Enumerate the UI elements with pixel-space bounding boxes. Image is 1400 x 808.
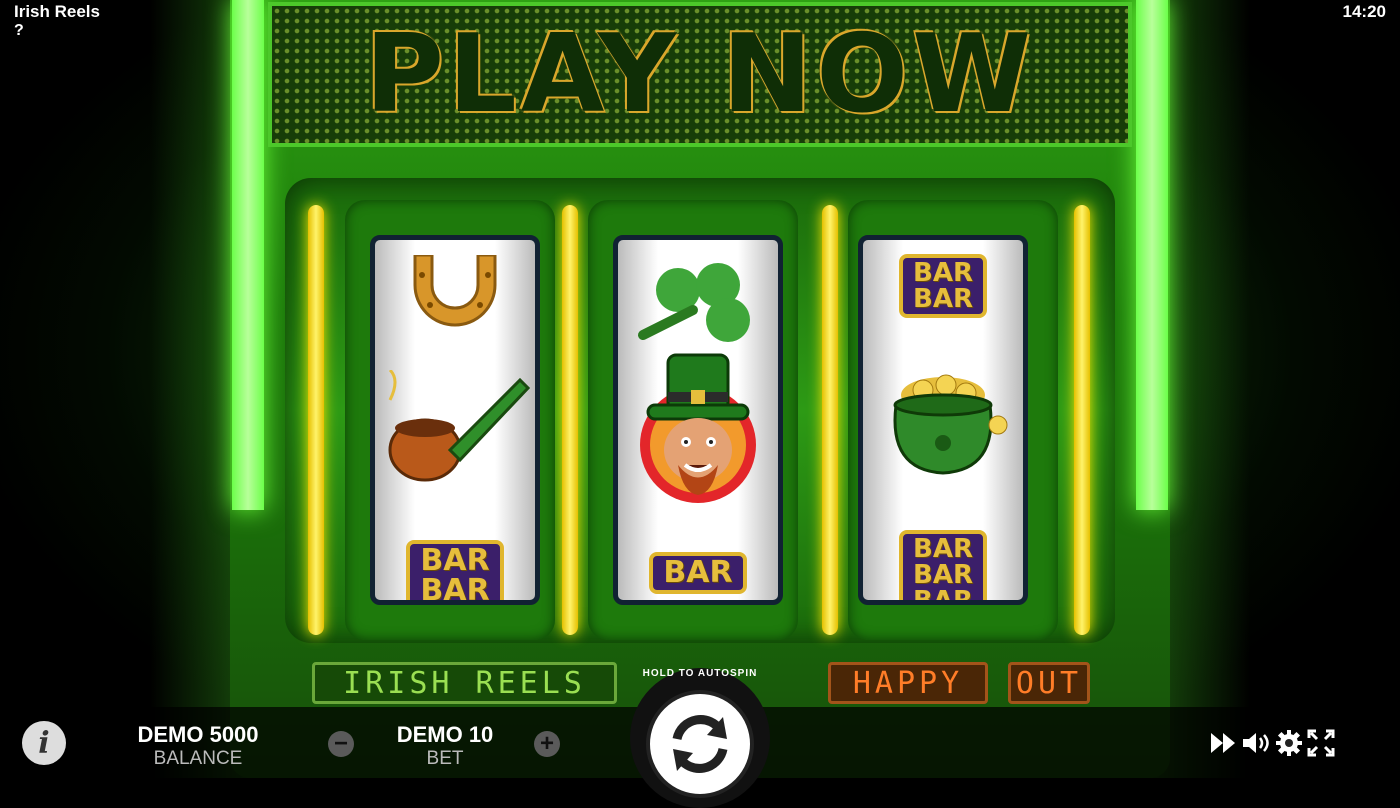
light-bar [1074,205,1090,635]
spin-arrows-icon [672,715,728,773]
pipe-icon [375,370,535,490]
sound-button[interactable] [1241,728,1271,758]
right-light-rail [1136,0,1168,510]
spin-button[interactable] [646,690,754,798]
game-stage: PLAY NOW BAR BAR BAR BAR BAR BAR BAR BAR… [0,0,1400,778]
clover-icon [618,255,778,345]
balance-value: DEMO 5000 [137,722,259,747]
info-button[interactable]: i [22,721,66,765]
irish-reels-plate: IRISH REELS [312,662,617,704]
reel-1: BAR BAR [370,235,540,605]
fullscreen-icon [1307,729,1335,757]
fast-forward-icon [1211,733,1235,753]
out-plate: OUT [1008,662,1090,704]
clock: 14:20 [1342,2,1386,21]
hold-to-autospin-label: HOLD TO AUTOSPIN [642,668,758,679]
bet-value: DEMO 10 [396,722,494,747]
bet-display: DEMO 10 BET [385,722,505,770]
help-link[interactable]: ? [14,22,24,40]
bet-label: BET [426,748,464,769]
top-bar: Irish Reels ? 14:20 [0,0,1400,40]
light-bar [822,205,838,635]
fullscreen-button[interactable] [1306,728,1336,758]
bet-increase-button[interactable]: + [534,731,560,757]
light-bar [562,205,578,635]
speaker-icon [1243,733,1269,753]
gear-icon [1276,730,1302,756]
settings-button[interactable] [1274,728,1304,758]
balance-display: DEMO 5000 BALANCE [128,722,268,770]
happy-plate: HAPPY [828,662,988,704]
triple-bar: BAR BAR BAR [863,530,1023,600]
leprechaun-icon [618,350,778,515]
double-bar: BAR BAR [863,254,1023,318]
reel-2: BAR [613,235,783,605]
balance-label: BALANCE [153,748,243,769]
reel-3: BAR BAR BAR BAR BAR [858,235,1028,605]
double-bar: BAR BAR [375,540,535,600]
bet-decrease-button[interactable]: − [328,731,354,757]
horseshoe-icon [375,255,535,335]
turbo-button[interactable] [1208,728,1238,758]
pot-of-gold-icon [863,365,1023,485]
light-bar [308,205,324,635]
single-bar: BAR [618,552,778,594]
left-light-rail [232,0,264,510]
game-title: Irish Reels [14,2,100,21]
